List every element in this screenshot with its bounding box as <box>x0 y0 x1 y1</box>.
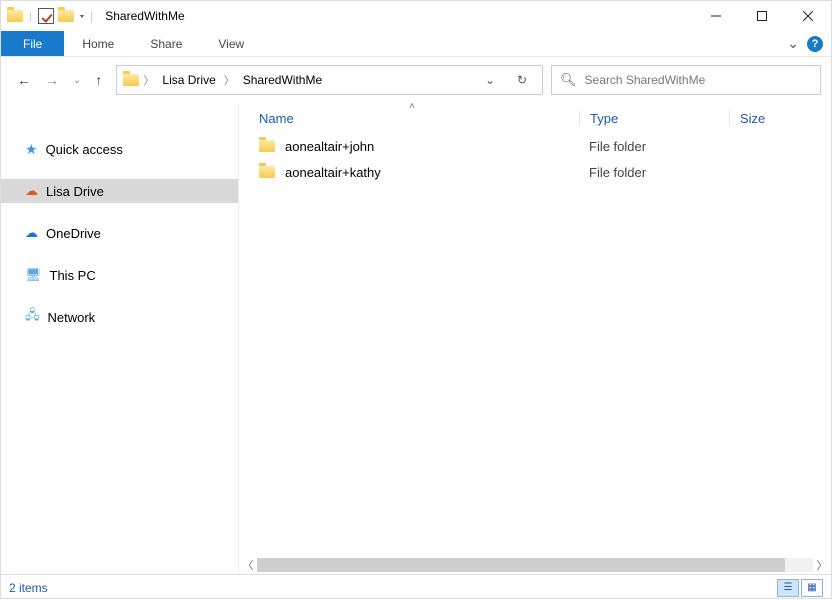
network-icon: 🖧 <box>25 306 40 328</box>
column-header-name[interactable]: Name ˄ <box>259 111 579 126</box>
qat-separator: | <box>29 9 32 23</box>
expand-ribbon-icon[interactable]: ⌄ <box>787 35 799 52</box>
folder-icon <box>259 140 275 152</box>
recent-locations-button[interactable]: ⌄ <box>73 75 81 86</box>
column-header-type[interactable]: Type <box>579 111 729 126</box>
icons-view-button[interactable]: ▦ <box>801 579 823 597</box>
address-row: ← → ⌄ ↑ 〉 Lisa Drive 〉 SharedWithMe ⌄ ↻ … <box>1 57 831 103</box>
scroll-right-button[interactable]: 〉 <box>813 557 831 573</box>
back-button[interactable]: ← <box>17 72 31 88</box>
new-folder-icon[interactable] <box>58 10 74 22</box>
nav-onedrive[interactable]: ☁ OneDrive <box>1 221 238 245</box>
app-folder-icon <box>7 10 23 22</box>
qat-separator-2: | <box>90 9 93 23</box>
breadcrumb-segment-1[interactable]: SharedWithMe <box>239 73 326 87</box>
nav-label-quick-access: Quick access <box>46 142 123 157</box>
nav-quick-access[interactable]: ★ Quick access <box>1 137 238 161</box>
window-controls <box>693 1 831 31</box>
list-item[interactable]: aonealtair+kathy File folder <box>239 159 831 185</box>
column-label-name: Name <box>259 111 294 126</box>
search-icon: 🔍︎ <box>560 72 577 88</box>
close-icon <box>803 11 813 21</box>
minimize-button[interactable] <box>693 1 739 31</box>
column-headers: Name ˄ Type Size <box>239 103 831 133</box>
ribbon: File Home Share View ⌄ ? <box>1 31 831 57</box>
up-button[interactable]: ↑ <box>95 72 102 88</box>
content-pane: Name ˄ Type Size aonealtair+john File fo… <box>239 103 831 574</box>
onedrive-icon: ☁ <box>25 225 38 241</box>
details-view-button[interactable]: ☰ <box>777 579 799 597</box>
item-name: aonealtair+john <box>285 139 374 154</box>
search-placeholder: Search SharedWithMe <box>585 73 706 87</box>
star-icon: ★ <box>25 141 38 158</box>
horizontal-scrollbar[interactable]: 〈 〉 <box>239 556 831 574</box>
navigation-pane: ★ Quick access ☁ Lisa Drive ☁ OneDrive 🖥… <box>1 103 239 574</box>
maximize-icon <box>757 11 767 21</box>
status-bar: 2 items ☰ ▦ <box>1 574 831 600</box>
item-type: File folder <box>579 165 729 180</box>
column-header-size[interactable]: Size <box>729 111 829 126</box>
qat-dropdown-icon[interactable] <box>80 15 84 18</box>
scroll-track[interactable] <box>257 558 813 572</box>
file-tab[interactable]: File <box>1 31 64 56</box>
view-toggles: ☰ ▦ <box>777 579 823 597</box>
close-button[interactable] <box>785 1 831 31</box>
window-title: SharedWithMe <box>105 9 184 23</box>
nav-label-lisa-drive: Lisa Drive <box>46 184 104 199</box>
nav-lisa-drive[interactable]: ☁ Lisa Drive <box>1 179 238 203</box>
item-type: File folder <box>579 139 729 154</box>
tab-home[interactable]: Home <box>64 31 132 56</box>
search-box[interactable]: 🔍︎ Search SharedWithMe <box>551 65 821 95</box>
tab-view[interactable]: View <box>200 31 262 56</box>
nav-network[interactable]: 🖧 Network <box>1 305 238 329</box>
main-area: ★ Quick access ☁ Lisa Drive ☁ OneDrive 🖥… <box>1 103 831 574</box>
nav-arrows: ← → ⌄ ↑ <box>11 72 108 88</box>
cloud-icon: ☁ <box>25 183 38 199</box>
minimize-icon <box>711 11 721 21</box>
scroll-thumb[interactable] <box>257 558 785 572</box>
maximize-button[interactable] <box>739 1 785 31</box>
help-icon[interactable]: ? <box>807 36 823 52</box>
qat: | | SharedWithMe <box>7 8 185 24</box>
nav-this-pc[interactable]: 🖥 This PC <box>1 263 238 287</box>
sort-indicator-icon: ˄ <box>409 101 415 112</box>
tab-share[interactable]: Share <box>132 31 200 56</box>
address-history-button[interactable]: ⌄ <box>476 66 504 94</box>
item-name: aonealtair+kathy <box>285 165 381 180</box>
ribbon-right: ⌄ ? <box>787 31 831 56</box>
nav-label-network: Network <box>48 310 96 325</box>
title-bar: | | SharedWithMe <box>1 1 831 31</box>
nav-label-onedrive: OneDrive <box>46 226 101 241</box>
nav-label-this-pc: This PC <box>50 268 96 283</box>
breadcrumb-segment-0[interactable]: Lisa Drive <box>158 73 219 87</box>
status-item-count: 2 items <box>9 581 48 595</box>
folder-icon <box>259 166 275 178</box>
address-folder-icon <box>123 74 139 86</box>
pc-icon: 🖥 <box>25 267 42 283</box>
address-bar[interactable]: 〉 Lisa Drive 〉 SharedWithMe ⌄ ↻ <box>116 65 543 95</box>
breadcrumb-sep-0[interactable]: 〉 <box>143 72 154 88</box>
list-item[interactable]: aonealtair+john File folder <box>239 133 831 159</box>
breadcrumb-sep-1[interactable]: 〉 <box>224 72 235 88</box>
scroll-left-button[interactable]: 〈 <box>239 557 257 573</box>
forward-button[interactable]: → <box>45 72 59 88</box>
properties-icon[interactable] <box>38 8 54 24</box>
refresh-button[interactable]: ↻ <box>508 66 536 94</box>
